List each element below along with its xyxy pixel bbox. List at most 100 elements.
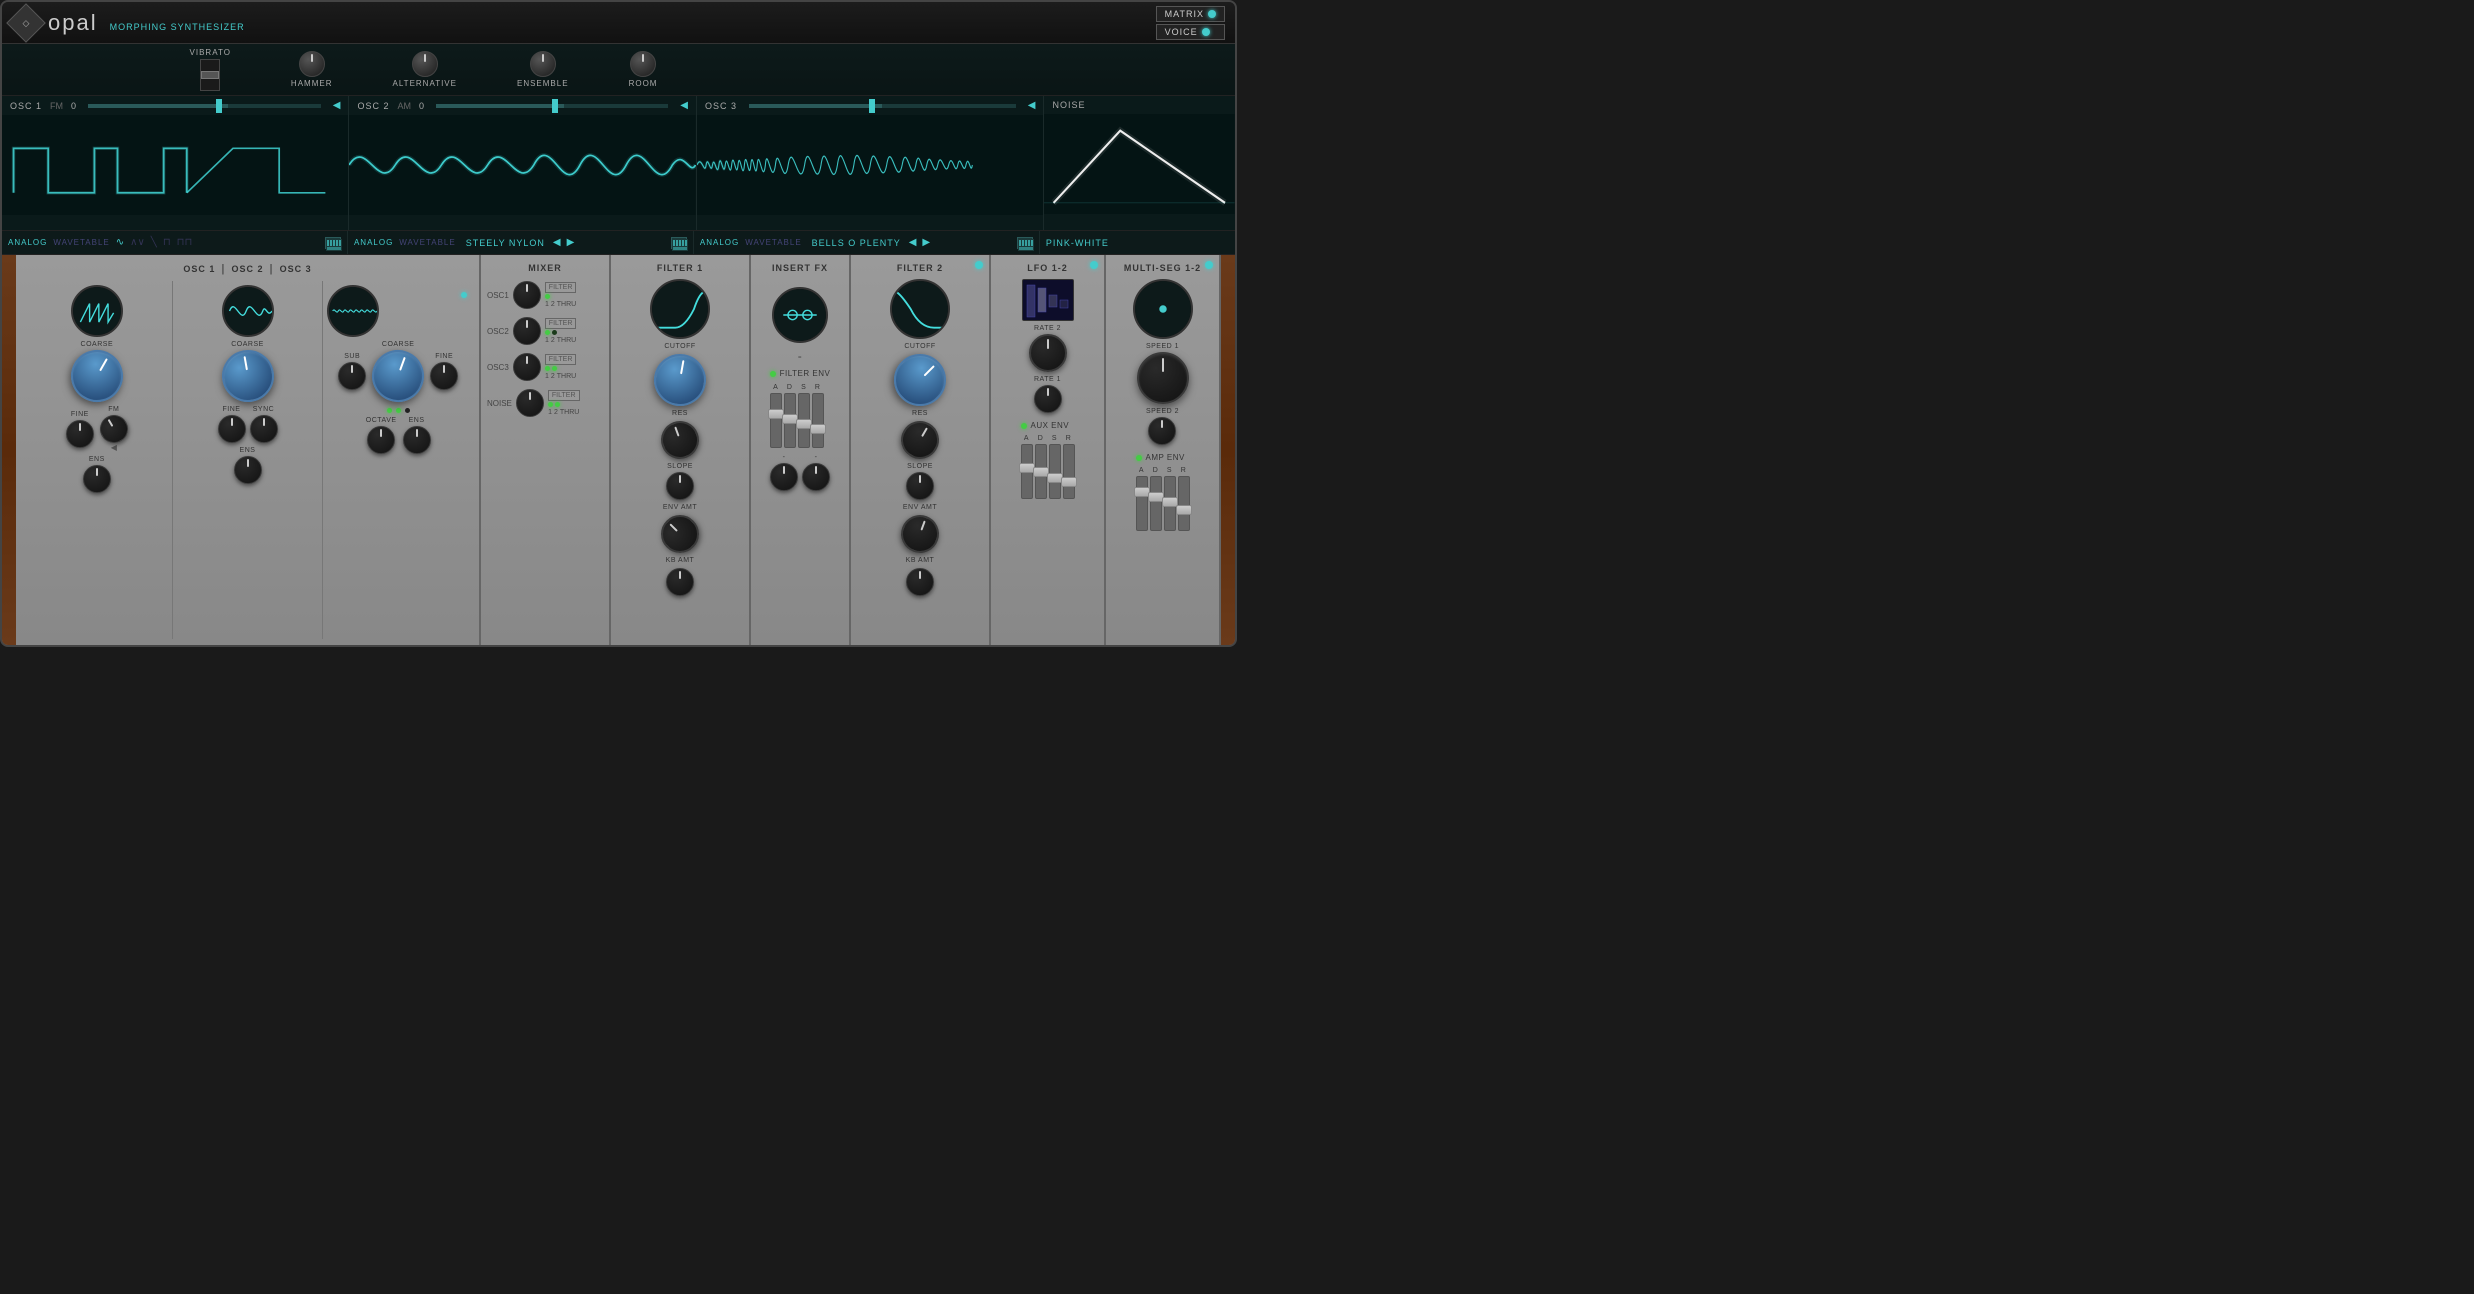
osc1-wave3[interactable]: ╲	[151, 237, 157, 248]
aux-env-section: AUX ENV A D	[1021, 421, 1075, 499]
alternative-group: ALTERNATIVE	[392, 51, 457, 88]
osc3-next[interactable]: ▶	[922, 237, 930, 248]
ampenv-r-fader[interactable]	[1178, 476, 1190, 531]
osc2-ctrl: ANALOG WAVETABLE STEELY NYLON ◀ ▶	[348, 231, 694, 254]
ampenv-s-fader[interactable]	[1164, 476, 1176, 531]
osc1-coarse-knob[interactable]	[61, 340, 132, 411]
auxenv-s-fader[interactable]	[1049, 444, 1061, 499]
osc2-wavetable-tab[interactable]: WAVETABLE	[399, 238, 455, 247]
osc1-fm-knob[interactable]	[95, 410, 133, 448]
fenv-s-fader[interactable]	[798, 393, 810, 448]
mixer-osc1-filter[interactable]: FILTER	[545, 282, 577, 293]
mixer-noise-knob[interactable]	[516, 389, 544, 417]
osc3-wave-display[interactable]	[327, 285, 379, 337]
filter2-env-amt-label: ENV AMT	[903, 504, 937, 511]
osc1-analog-tab[interactable]: ANALOG	[8, 238, 47, 247]
osc-section: OSC 1 | OSC 2 | OSC 3	[16, 255, 481, 645]
osc1-wave-display[interactable]	[71, 285, 123, 337]
osc2-prev[interactable]: ◀	[553, 237, 561, 248]
ampenv-d-fader[interactable]	[1150, 476, 1162, 531]
filter2-res-knob[interactable]	[894, 414, 946, 466]
osc2-sync-knob[interactable]	[250, 415, 278, 443]
mixer-osc3-knob[interactable]	[513, 353, 541, 381]
osc2-fine-knob[interactable]	[218, 415, 246, 443]
mixer-osc1-row: OSC1 FILTER 1 2 THRU	[487, 279, 603, 311]
osc3-octave-knob[interactable]	[367, 426, 395, 454]
voice-button[interactable]: VOICE	[1156, 24, 1225, 40]
lfo-display	[1022, 279, 1074, 321]
rate1-knob[interactable]	[1034, 385, 1062, 413]
matrix-button[interactable]: MATRIX	[1156, 6, 1225, 22]
mixer-osc1-knob[interactable]	[513, 281, 541, 309]
osc2-kbd-icon[interactable]	[671, 237, 687, 249]
filter1-res-knob[interactable]	[656, 416, 705, 465]
auxenv-a-fader[interactable]	[1021, 444, 1033, 499]
osc1-wave2[interactable]: ∧∨	[130, 237, 145, 248]
ensemble-knob[interactable]	[530, 51, 556, 77]
auxenv-d-fader[interactable]	[1035, 444, 1047, 499]
filter1-cutoff-knob[interactable]	[650, 350, 710, 410]
osc1-kbd-icon[interactable]	[325, 237, 341, 249]
osc3-prev[interactable]: ◀	[909, 237, 917, 248]
osc1-wave4[interactable]: ⊓	[163, 237, 171, 248]
rate2-knob[interactable]	[1029, 334, 1067, 372]
fenv-a-fader[interactable]	[770, 393, 782, 448]
osc2-arrow[interactable]: ◀	[680, 100, 688, 111]
room-knob[interactable]	[630, 51, 656, 77]
osc2-next[interactable]: ▶	[567, 237, 575, 248]
osc3-kbd-icon[interactable]	[1017, 237, 1033, 249]
osc3-coarse-knob[interactable]	[365, 343, 432, 410]
filter2-cutoff-knob[interactable]	[883, 343, 957, 417]
osc3-sub-label: SUB	[344, 353, 360, 360]
filter1-display[interactable]	[650, 279, 710, 339]
osc1-arrow[interactable]: ◀	[333, 100, 341, 111]
osc3-bottom-knobs: OCTAVE ENS	[366, 417, 431, 454]
insertfx-knob2[interactable]	[802, 463, 830, 491]
filter2-slope-knob[interactable]	[906, 472, 934, 500]
osc3-analog-tab[interactable]: ANALOG	[700, 238, 739, 247]
mixer-osc3-filter[interactable]: FILTER	[545, 354, 577, 365]
osc1-wavetable-tab[interactable]: WAVETABLE	[53, 238, 109, 247]
osc2-preset[interactable]: STEELY NYLON	[466, 238, 545, 248]
filter1-slope-knob[interactable]	[666, 472, 694, 500]
osc3-sub-knob[interactable]	[338, 362, 366, 390]
mixer-osc2-knob[interactable]	[513, 317, 541, 345]
osc1-fine-knob[interactable]	[66, 420, 94, 448]
filter1-env-amt-knob[interactable]	[653, 507, 707, 561]
osc3-wavetable-tab[interactable]: WAVETABLE	[745, 238, 801, 247]
fenv-d-fader[interactable]	[784, 393, 796, 448]
multiseg-display[interactable]	[1133, 279, 1193, 339]
osc1-ens-knob[interactable]	[83, 465, 111, 493]
osc1-slider[interactable]	[88, 104, 321, 108]
osc3-fine-knob[interactable]	[430, 362, 458, 390]
mixer-noise-filter[interactable]: FILTER	[548, 390, 580, 401]
osc2-analog-tab[interactable]: ANALOG	[354, 238, 393, 247]
filter2-env-amt-knob[interactable]	[896, 510, 945, 559]
filter1-kb-amt-knob[interactable]	[666, 568, 694, 596]
osc3-slider[interactable]	[749, 104, 1016, 108]
hammer-knob[interactable]	[299, 51, 325, 77]
speed1-knob[interactable]	[1137, 352, 1189, 404]
osc2-wave-display[interactable]	[222, 285, 274, 337]
osc3-arrow[interactable]: ◀	[1028, 100, 1036, 111]
filter2-kb-amt-knob[interactable]	[906, 568, 934, 596]
filter2-display[interactable]	[890, 279, 950, 339]
auxenv-r-fader[interactable]	[1063, 444, 1075, 499]
insertfx-knob1[interactable]	[770, 463, 798, 491]
osc3-ens-knob[interactable]	[403, 426, 431, 454]
osc3-preset[interactable]: BELLS O PLENTY	[812, 238, 901, 248]
ampenv-a-fader[interactable]	[1136, 476, 1148, 531]
noise-preset[interactable]: PINK-WHITE	[1046, 238, 1109, 248]
alternative-knob[interactable]	[412, 51, 438, 77]
osc1-wave5[interactable]: ⊓⊓	[177, 237, 193, 248]
fenv-r-fader[interactable]	[812, 393, 824, 448]
vibrato-slider[interactable]	[200, 59, 220, 91]
insertfx-display[interactable]	[772, 287, 828, 343]
osc2-slider[interactable]	[436, 104, 668, 108]
osc2-ens-label: ENS	[240, 447, 256, 454]
osc1-wave1[interactable]: ∿	[116, 237, 124, 248]
speed2-knob[interactable]	[1148, 417, 1176, 445]
mixer-osc2-filter[interactable]: FILTER	[545, 318, 577, 329]
osc2-coarse-knob[interactable]	[217, 346, 277, 406]
osc2-ens-knob[interactable]	[234, 456, 262, 484]
